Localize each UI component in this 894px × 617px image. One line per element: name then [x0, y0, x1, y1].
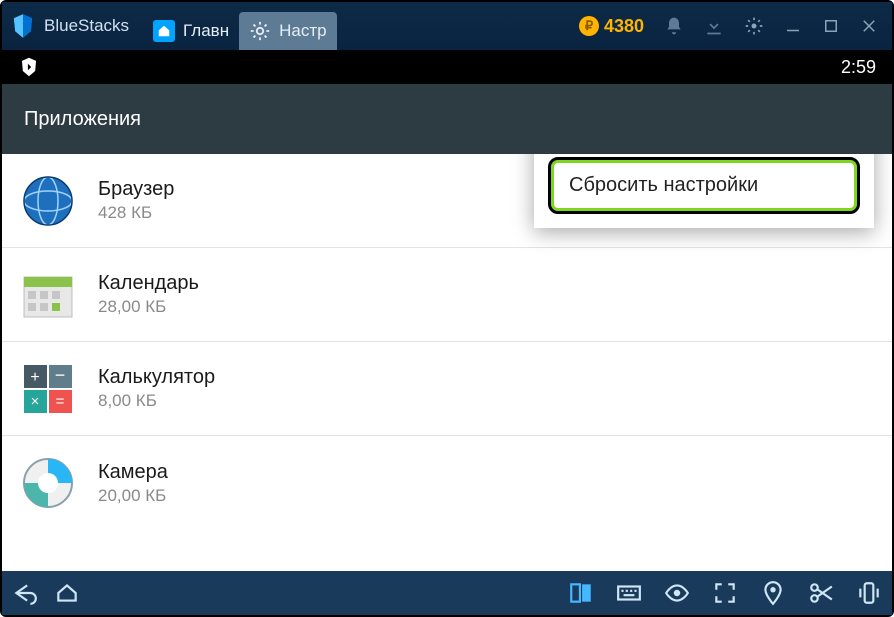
tab-settings[interactable]: Настр	[239, 12, 336, 50]
calculator-icon: + − × =	[22, 363, 74, 415]
coin-balance[interactable]: ₽ 4380	[579, 16, 644, 37]
keyboard-icon[interactable]	[616, 580, 642, 606]
svg-text:−: −	[55, 365, 66, 385]
app-name-label: Календарь	[98, 272, 199, 295]
browser-icon	[22, 175, 74, 227]
download-icon[interactable]	[704, 16, 724, 36]
app-name-label: Калькулятор	[98, 366, 215, 389]
bluestacks-logo-icon	[10, 13, 36, 39]
coin-icon: ₽	[579, 16, 599, 36]
app-name-label: Браузер	[98, 178, 174, 201]
svg-text:=: =	[56, 393, 65, 410]
tab-home-label: Главн	[183, 21, 229, 41]
location-icon[interactable]	[760, 580, 786, 606]
back-icon[interactable]	[12, 580, 38, 606]
menu-item-reset-settings[interactable]: Сбросить настройки	[548, 157, 860, 214]
apps-header: Приложения	[2, 84, 892, 154]
tab-home[interactable]: Главн	[143, 12, 239, 50]
app-size-label: 28,00 КБ	[98, 297, 199, 317]
home-icon	[153, 20, 175, 42]
android-status-bar: 2:59	[2, 50, 892, 84]
app-row-camera[interactable]: Камера 20,00 КБ	[2, 436, 892, 530]
clock: 2:59	[841, 57, 876, 78]
fullscreen-icon[interactable]	[712, 580, 738, 606]
app-name: BlueStacks	[44, 16, 129, 36]
shake-icon[interactable]	[856, 580, 882, 606]
bluestacks-status-icon	[18, 56, 40, 78]
window-toggle-icon[interactable]	[568, 580, 594, 606]
bell-icon[interactable]	[664, 16, 684, 36]
calendar-icon	[22, 269, 74, 321]
minimize-button[interactable]	[784, 17, 802, 35]
camera-icon	[22, 457, 74, 509]
coin-amount: 4380	[604, 16, 644, 37]
titlebar: BlueStacks Главн Настр ₽ 4380	[2, 2, 892, 50]
app-name-label: Камера	[98, 461, 168, 484]
svg-text:×: ×	[31, 393, 40, 410]
home-nav-icon[interactable]	[54, 580, 80, 606]
overflow-menu: Показать системные процессы Сбросить нас…	[534, 154, 874, 228]
app-size-label: 8,00 КБ	[98, 391, 215, 411]
app-row-calendar[interactable]: Календарь 28,00 КБ	[2, 248, 892, 342]
app-size-label: 20,00 КБ	[98, 486, 168, 506]
scissors-icon[interactable]	[808, 580, 834, 606]
bluestacks-window: BlueStacks Главн Настр ₽ 4380	[0, 0, 894, 617]
close-button[interactable]	[860, 17, 878, 35]
app-row-calculator[interactable]: + − × = Калькулятор 8,00 КБ	[2, 342, 892, 436]
apps-list: Показать системные процессы Сбросить нас…	[2, 154, 892, 571]
app-size-label: 428 КБ	[98, 203, 174, 223]
gear-icon	[249, 20, 271, 42]
apps-header-title: Приложения	[24, 108, 141, 131]
svg-text:+: +	[30, 369, 39, 386]
titlebar-right: ₽ 4380	[579, 16, 892, 37]
titlebar-gear-icon[interactable]	[744, 16, 764, 36]
android-nav-bar	[2, 571, 892, 615]
maximize-button[interactable]	[822, 17, 840, 35]
tab-settings-label: Настр	[279, 21, 326, 41]
eye-icon[interactable]	[664, 580, 690, 606]
